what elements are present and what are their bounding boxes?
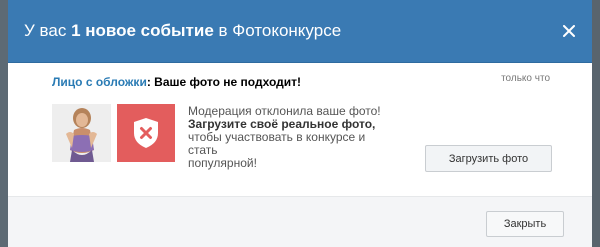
title-highlight: 1 новое событие [71,21,214,40]
close-button[interactable]: Закрыть [486,211,564,237]
heading-colon: : [146,75,151,89]
reject-card [117,104,175,162]
close-icon[interactable] [560,22,578,40]
moderation-line-3: чтобы участвовать в конкурсе и стать [188,130,366,157]
user-photo-thumbnail[interactable] [52,104,111,162]
modal-title: У вас 1 новое событие в Фотоконкурсе [24,21,560,41]
title-prefix: У вас [24,21,67,40]
background-left-edge [0,0,8,247]
modal-footer: Закрыть [8,196,592,247]
timestamp: только что [501,73,550,84]
title-suffix: в Фотоконкурсе [218,21,342,40]
shield-x-icon [134,118,158,148]
moderation-line-4: популярной! [188,156,257,170]
contest-link[interactable]: Лицо с обложки [52,75,147,89]
modal-body: Лицо с обложки: Ваше фото не подходит! т… [8,63,592,201]
moderation-text: Модерация отклонила ваше фото! Загрузите… [188,105,393,170]
upload-photo-button[interactable]: Загрузить фото [425,145,552,172]
background-right-edge [592,0,600,247]
notification-heading: Лицо с обложки: Ваше фото не подходит! [52,75,301,89]
modal-header: У вас 1 новое событие в Фотоконкурсе [8,0,592,63]
event-modal: У вас 1 новое событие в Фотоконкурсе Лиц… [8,0,592,247]
notification-message: Ваше фото не подходит! [154,75,301,89]
